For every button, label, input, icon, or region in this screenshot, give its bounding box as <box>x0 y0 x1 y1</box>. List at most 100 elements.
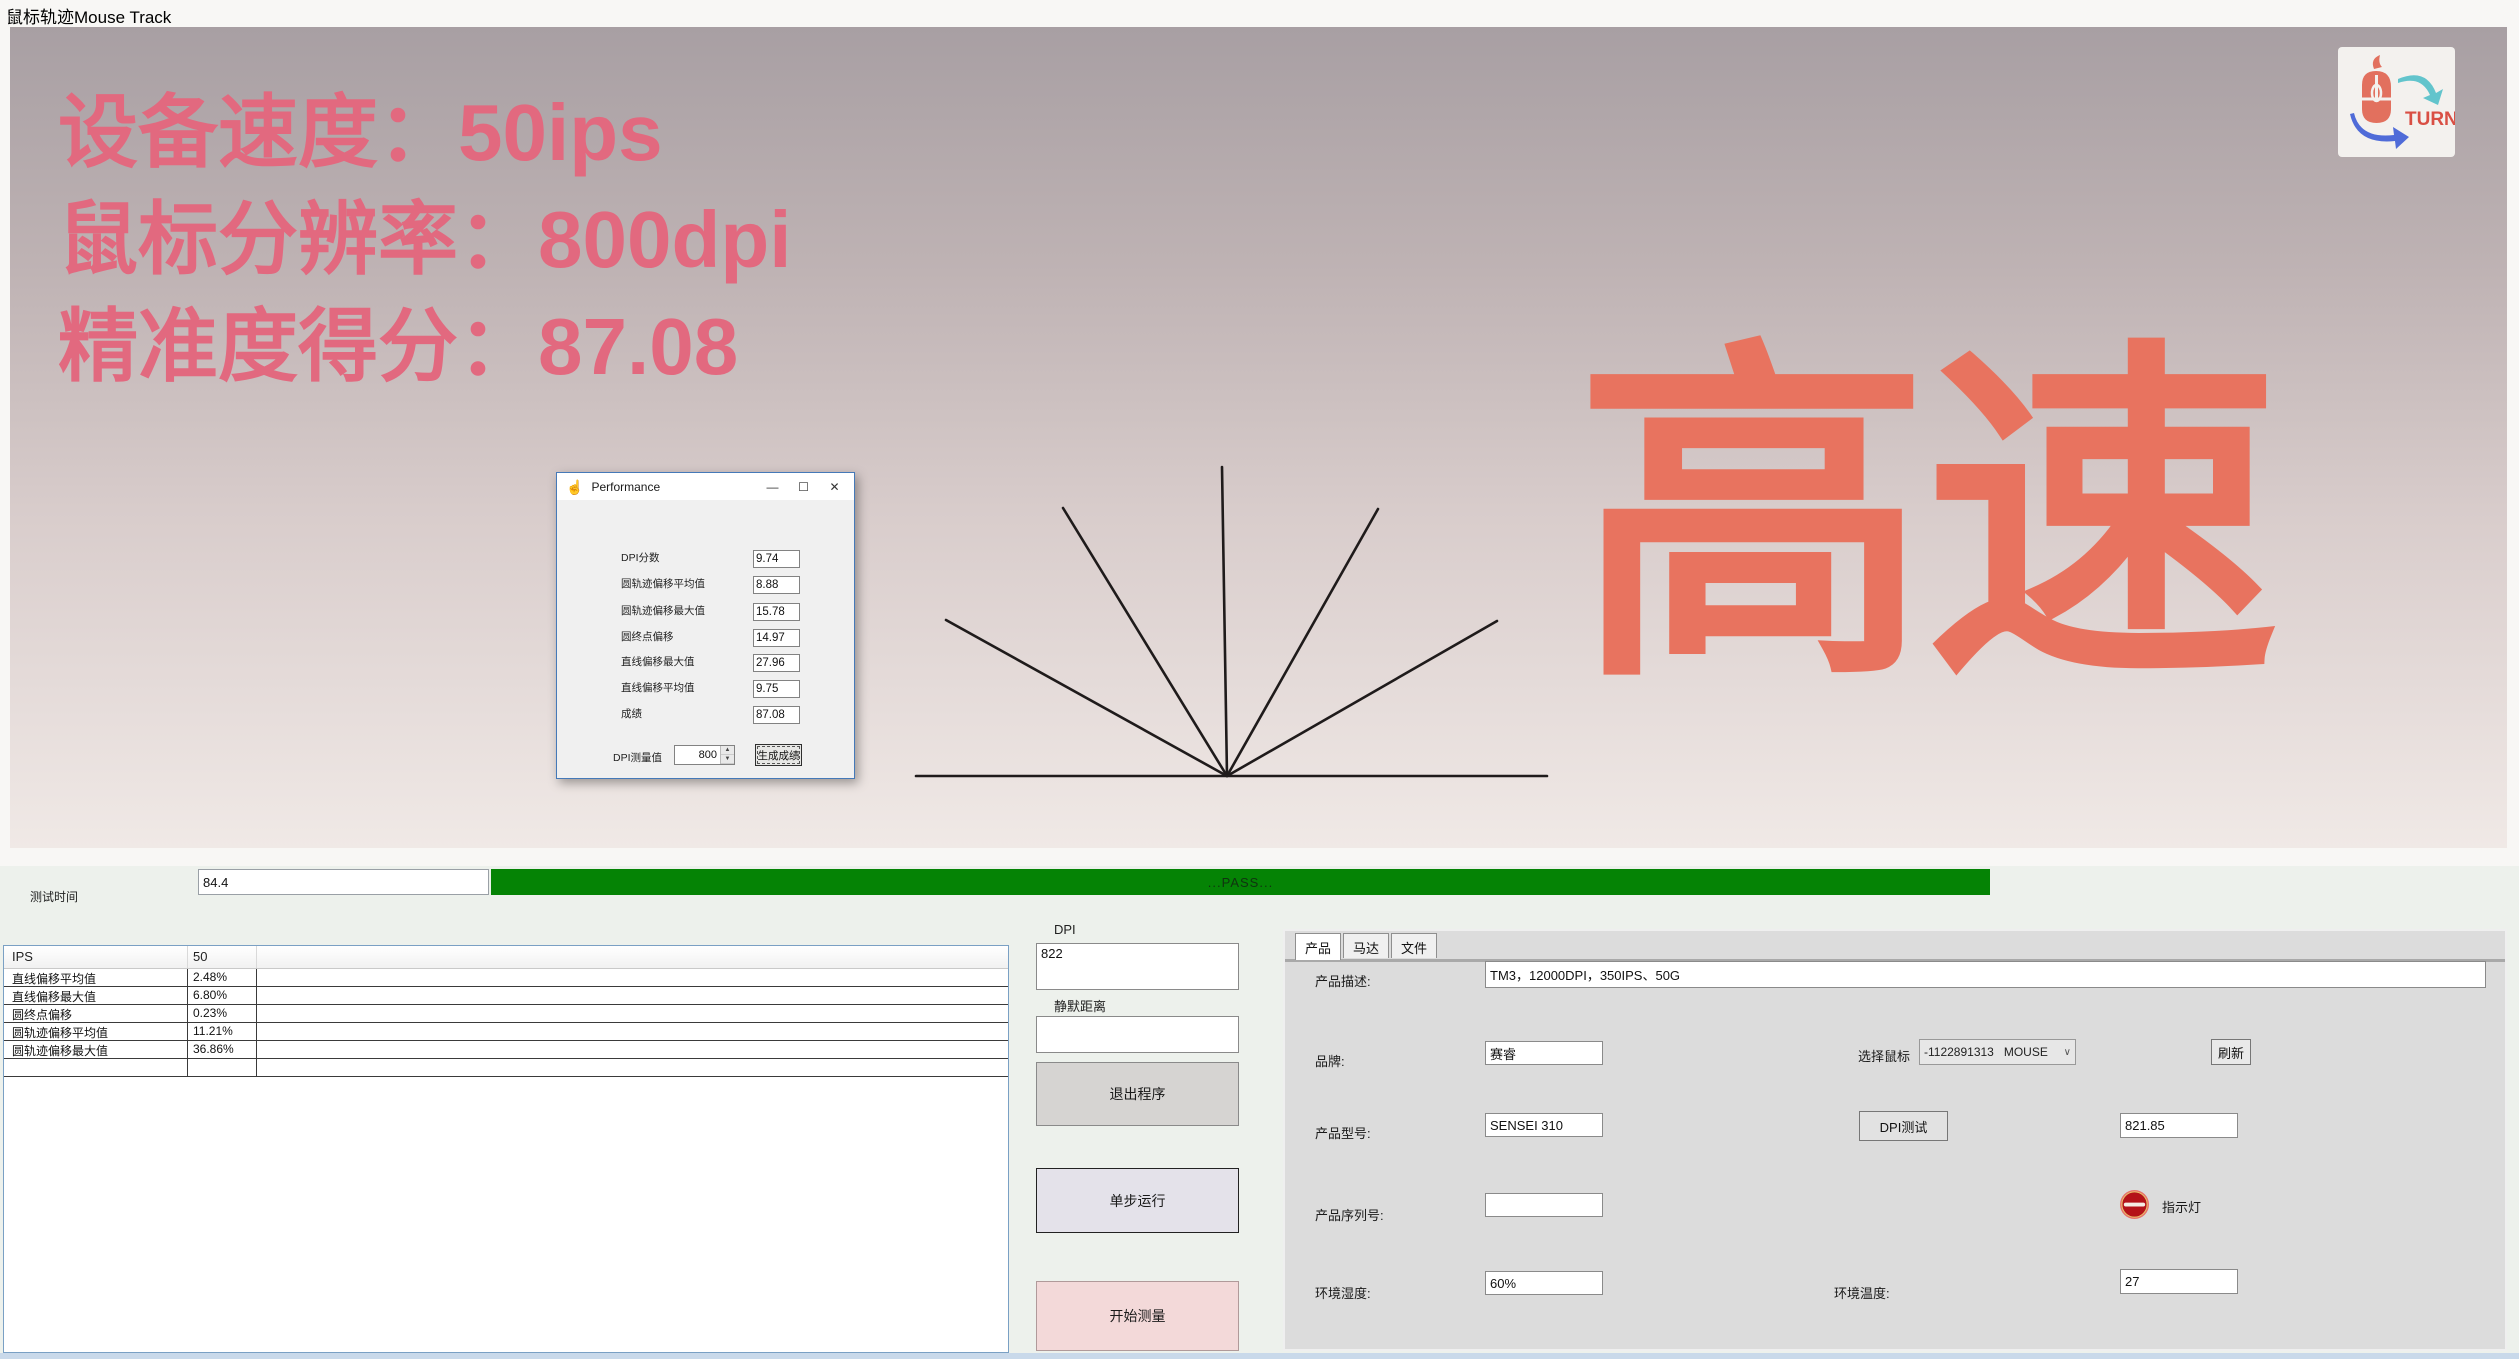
serial-number-label: 产品序列号: <box>1315 1205 1384 1224</box>
trace-line-vertical <box>1222 467 1227 776</box>
test-time-label: 测试时间 <box>30 888 78 905</box>
performance-dialog: ☝ Performance — ☐ ✕ DPI分数 9.74 圆轨迹偏移平均值 8.… <box>556 472 855 779</box>
chevron-down-icon: ∨ <box>2064 1047 2071 1058</box>
row-label <box>4 1059 188 1076</box>
performance-dialog-titlebar[interactable]: ☝ Performance — ☐ ✕ <box>557 473 854 500</box>
mouse-track-window: 鼠标轨迹Mouse Track 设备速度：50ips 鼠标分辨率：800dpi … <box>0 0 2519 1359</box>
row-value <box>188 1059 257 1076</box>
circle-offset-max-field[interactable]: 15.78 <box>753 603 800 621</box>
window-title: 鼠标轨迹Mouse Track <box>6 3 171 28</box>
circle-endpoint-offset-label: 圆终点偏移 <box>621 629 674 646</box>
row-value: 36.86% <box>188 1041 257 1058</box>
serial-number-input[interactable] <box>1485 1193 1603 1217</box>
dpi-score-label: DPI分数 <box>621 550 660 567</box>
table-row[interactable]: 直线偏移平均值2.48% <box>4 969 1008 987</box>
mouse-select-dropdown[interactable]: -1122891313 MOUSE ∨ <box>1919 1039 2076 1065</box>
single-step-button[interactable]: 单步运行 <box>1036 1168 1239 1233</box>
results-table[interactable]: IPS 50 直线偏移平均值2.48% 直线偏移最大值6.80% 圆终点偏移0.… <box>3 945 1009 1353</box>
product-description-label: 产品描述: <box>1315 971 1371 990</box>
stat-mouse-resolution-value: 800dpi <box>538 195 791 284</box>
temperature-input[interactable] <box>2120 1269 2238 1294</box>
dpi-value-box[interactable]: 822 <box>1036 943 1239 990</box>
tab-file[interactable]: 文件 <box>1391 933 1437 958</box>
temperature-label: 环境温度: <box>1834 1283 1890 1302</box>
product-tabs: 产品 马达 文件 <box>1295 933 1439 960</box>
tab-motor[interactable]: 马达 <box>1343 933 1389 958</box>
circle-offset-max-label: 圆轨迹偏移最大值 <box>621 603 705 620</box>
dpi-measure-value[interactable]: 800 <box>675 746 720 764</box>
score-field[interactable]: 87.08 <box>753 706 800 724</box>
header-50[interactable]: 50 <box>188 946 257 968</box>
table-row[interactable] <box>4 1059 1008 1077</box>
mouse-select-value: -1122891313 MOUSE <box>1924 1045 2048 1059</box>
header-ips[interactable]: IPS <box>4 946 188 968</box>
product-model-input[interactable] <box>1485 1113 1603 1137</box>
start-measure-button[interactable]: 开始测量 <box>1036 1281 1239 1351</box>
turn-logo-icon: TURN <box>2338 47 2455 157</box>
line-offset-avg-label: 直线偏移平均值 <box>621 680 695 697</box>
tab-product[interactable]: 产品 <box>1295 933 1341 960</box>
brand-input[interactable] <box>1485 1041 1603 1065</box>
dpi-label: DPI <box>1054 922 1076 937</box>
dpi-test-result-input[interactable] <box>2120 1113 2238 1138</box>
stat-accuracy-score-value: 87.08 <box>538 302 738 391</box>
trace-line-shallow-left <box>946 620 1227 776</box>
dpi-test-button[interactable]: DPI测试 <box>1859 1111 1948 1141</box>
table-row[interactable]: 圆终点偏移0.23% <box>4 1005 1008 1023</box>
circle-offset-avg-label: 圆轨迹偏移平均值 <box>621 576 705 593</box>
turn-logo: TURN <box>2338 47 2455 157</box>
humidity-input[interactable] <box>1485 1271 1603 1295</box>
line-offset-max-label: 直线偏移最大值 <box>621 654 695 671</box>
stat-device-speed-value: 50ips <box>458 88 663 177</box>
product-description-input[interactable] <box>1485 961 2486 988</box>
row-value: 6.80% <box>188 987 257 1004</box>
trace-fan-figure <box>900 450 1560 790</box>
trace-line-shallow-right <box>1227 621 1497 776</box>
brand-label: 品牌: <box>1315 1051 1345 1070</box>
pass-status-text: ...PASS... <box>1208 875 1273 890</box>
performance-dialog-title: Performance <box>591 480 660 494</box>
dpi-measure-spinner[interactable]: 800 ▲ ▼ <box>674 745 735 765</box>
spinner-up-icon[interactable]: ▲ <box>721 746 734 755</box>
minimize-icon[interactable]: — <box>757 473 788 500</box>
row-label: 圆轨迹偏移最大值 <box>4 1041 188 1058</box>
close-icon[interactable]: ✕ <box>819 473 850 500</box>
refresh-button[interactable]: 刷新 <box>2211 1039 2251 1065</box>
exit-program-button[interactable]: 退出程序 <box>1036 1062 1239 1126</box>
row-label: 直线偏移最大值 <box>4 987 188 1004</box>
circle-offset-avg-field[interactable]: 8.88 <box>753 576 800 594</box>
circle-endpoint-offset-field[interactable]: 14.97 <box>753 629 800 647</box>
turn-logo-text: TURN <box>2405 109 2455 130</box>
stat-device-speed: 设备速度：50ips <box>58 79 791 186</box>
stat-device-speed-label: 设备速度： <box>58 85 458 179</box>
results-table-header[interactable]: IPS 50 <box>4 946 1008 969</box>
generate-score-button[interactable]: 生成成绩 <box>755 744 802 766</box>
table-row[interactable]: 直线偏移最大值6.80% <box>4 987 1008 1005</box>
row-label: 圆轨迹偏移平均值 <box>4 1023 188 1040</box>
maximize-icon[interactable]: ☐ <box>788 473 819 500</box>
humidity-label: 环境湿度: <box>1315 1283 1371 1302</box>
table-row[interactable]: 圆轨迹偏移平均值11.21% <box>4 1023 1008 1041</box>
stat-mouse-resolution: 鼠标分辨率：800dpi <box>58 186 791 293</box>
indicator-light-icon <box>2119 1189 2150 1220</box>
row-label: 直线偏移平均值 <box>4 969 188 986</box>
test-time-input[interactable] <box>198 869 489 895</box>
score-label: 成绩 <box>621 706 642 723</box>
hand-pointer-icon: ☝ <box>566 480 583 494</box>
select-mouse-label: 选择鼠标 <box>1858 1046 1910 1065</box>
header-empty[interactable] <box>257 946 1008 968</box>
stat-accuracy-score-label: 精准度得分： <box>58 299 538 393</box>
dpi-score-field[interactable]: 9.74 <box>753 550 800 568</box>
line-offset-avg-field[interactable]: 9.75 <box>753 680 800 698</box>
indicator-light-label: 指示灯 <box>2162 1197 2201 1216</box>
line-offset-max-field[interactable]: 27.96 <box>753 654 800 672</box>
pass-progressbar: ...PASS... <box>491 869 1990 895</box>
rotate-arrow-top-icon <box>2398 75 2443 105</box>
trace-line-steep-left <box>1063 508 1227 776</box>
spinner-down-icon[interactable]: ▼ <box>721 755 734 764</box>
silent-distance-input[interactable] <box>1036 1016 1239 1053</box>
stats-block: 设备速度：50ips 鼠标分辨率：800dpi 精准度得分：87.08 <box>58 79 791 400</box>
stat-accuracy-score: 精准度得分：87.08 <box>58 293 791 400</box>
table-row[interactable]: 圆轨迹偏移最大值36.86% <box>4 1041 1008 1059</box>
product-model-label: 产品型号: <box>1315 1123 1371 1142</box>
